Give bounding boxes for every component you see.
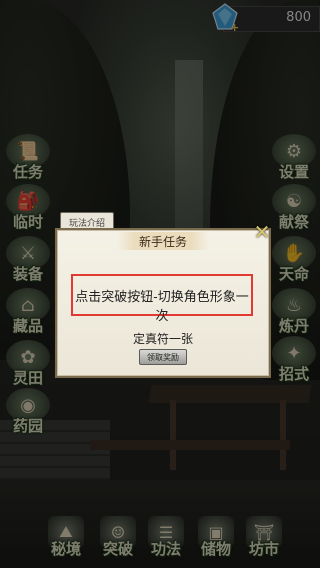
newbie-task-dialog: 新手任务 点击突破按钮-切换角色形象一次 定真符一张 领取奖励 xyxy=(55,228,271,378)
reward-text: 定真符一张 xyxy=(132,332,193,346)
dialog-title: 新手任务 xyxy=(117,232,209,250)
task-highlight-box: 点击突破按钮-切换角色形象一次 xyxy=(71,274,253,324)
claim-reward-button[interactable]: 领取奖励 xyxy=(139,349,187,365)
task-description: 点击突破按钮-切换角色形象一次 xyxy=(75,290,249,324)
close-icon[interactable]: ✕ xyxy=(252,220,272,244)
